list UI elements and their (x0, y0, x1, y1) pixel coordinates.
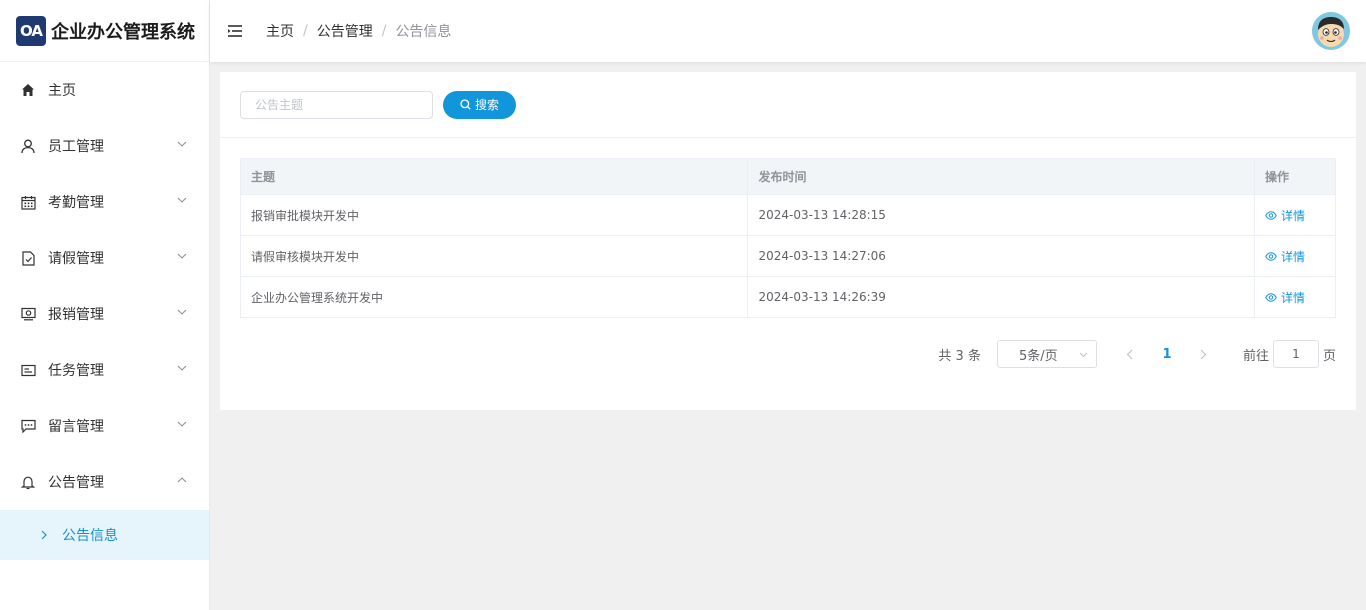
sidebar-item-label: 考勤管理 (48, 195, 104, 211)
detail-link-label: 详情 (1281, 290, 1306, 305)
detail-link[interactable]: 详情 (1265, 248, 1305, 265)
user-avatar[interactable] (1312, 12, 1350, 50)
sidebar-item-announcement[interactable]: 公告管理 (0, 454, 209, 510)
chevron-down-icon (177, 141, 187, 147)
money-icon (20, 306, 36, 322)
search-input[interactable] (240, 90, 433, 119)
cell-time: 2024-03-13 14:28:15 (747, 194, 1256, 236)
chat-icon (20, 418, 36, 434)
cell-title: 请假审核模块开发中 (239, 235, 749, 277)
page-number-current[interactable]: 1 (1153, 347, 1181, 362)
cell-time: 2024-03-13 14:27:06 (747, 235, 1256, 277)
collapse-menu-icon[interactable] (228, 25, 242, 37)
table-row: 报销审批模块开发中 2024-03-13 14:28:15 详情 (239, 194, 1336, 236)
document-icon (20, 250, 36, 266)
table-header-row: 主题 发布时间 操作 (239, 158, 1336, 195)
sidebar-subitem-label: 公告信息 (62, 528, 118, 544)
search-icon (460, 99, 471, 110)
sidebar-item-label: 报销管理 (48, 307, 104, 323)
cell-action: 详情 (1254, 276, 1336, 318)
cell-title: 报销审批模块开发中 (239, 194, 749, 236)
eye-icon (1265, 251, 1277, 261)
search-button-label: 搜索 (474, 98, 499, 112)
chevron-right-icon (1201, 349, 1207, 359)
detail-link-label: 详情 (1281, 249, 1306, 264)
user-icon (20, 138, 36, 154)
goto-suffix: 页 (1322, 348, 1336, 364)
pagination: 共 3 条 5条/页 1 前往 页 (938, 340, 1336, 368)
chevron-up-icon (177, 477, 187, 483)
table-row: 请假审核模块开发中 2024-03-13 14:27:06 详情 (239, 235, 1336, 277)
content-card: 搜索 主题 发布时间 操作 报销审批模块开发中 2024-03-13 14:28… (220, 72, 1356, 410)
cell-time: 2024-03-13 14:26:39 (747, 276, 1256, 318)
announcement-table: 主题 发布时间 操作 报销审批模块开发中 2024-03-13 14:28:15… (239, 158, 1336, 318)
chevron-down-icon (177, 197, 187, 203)
chevron-left-icon (1127, 349, 1133, 359)
column-header-time: 发布时间 (747, 158, 1256, 195)
next-page-button[interactable] (1191, 340, 1217, 368)
sidebar-item-reimbursement[interactable]: 报销管理 (0, 286, 209, 342)
breadcrumb-separator: / (381, 23, 387, 39)
cell-action: 详情 (1254, 194, 1336, 236)
sidebar-item-attendance[interactable]: 考勤管理 (0, 174, 209, 230)
table-row: 企业办公管理系统开发中 2024-03-13 14:26:39 详情 (239, 276, 1336, 318)
page-size-select[interactable]: 5条/页 (996, 340, 1097, 368)
breadcrumb-current: 公告信息 (395, 24, 452, 40)
prev-page-button[interactable] (1117, 340, 1143, 368)
detail-link-label: 详情 (1281, 208, 1306, 223)
breadcrumb-announcement-mgmt[interactable]: 公告管理 (317, 21, 373, 41)
search-button[interactable]: 搜索 (443, 90, 516, 119)
logo: OA 企业办公管理系统 (0, 0, 209, 62)
sidebar-item-label: 公告管理 (48, 475, 104, 491)
sidebar-item-label: 任务管理 (48, 363, 104, 379)
page-size-value: 5条/页 (1018, 348, 1058, 364)
page-jumper: 前往 页 (1243, 340, 1336, 368)
sidebar: OA 企业办公管理系统 主页 员工管理 考勤管理 请假管理 报销管理 任务管理 … (0, 0, 210, 610)
column-header-action: 操作 (1254, 158, 1336, 195)
detail-link[interactable]: 详情 (1265, 207, 1305, 224)
column-header-title: 主题 (239, 158, 749, 195)
sidebar-item-employee[interactable]: 员工管理 (0, 118, 209, 174)
sidebar-item-label: 留言管理 (48, 419, 104, 435)
cell-action: 详情 (1254, 235, 1336, 277)
top-header: 主页 / 公告管理 / 公告信息 (210, 0, 1366, 62)
eye-icon (1265, 210, 1277, 220)
chevron-down-icon (177, 309, 187, 315)
task-card-icon (20, 362, 36, 378)
sidebar-subitem-announcement-info[interactable]: 公告信息 (0, 510, 209, 560)
bell-icon (20, 474, 36, 490)
goto-page-input[interactable] (1272, 340, 1319, 368)
search-bar: 搜索 (220, 72, 1356, 138)
eye-icon (1265, 292, 1277, 302)
sidebar-item-label: 员工管理 (48, 139, 104, 155)
sidebar-item-label: 主页 (48, 83, 76, 99)
sidebar-item-leave[interactable]: 请假管理 (0, 230, 209, 286)
breadcrumb-home[interactable]: 主页 (266, 21, 294, 41)
sidebar-item-home[interactable]: 主页 (0, 62, 209, 118)
breadcrumb: 主页 / 公告管理 / 公告信息 (266, 21, 451, 41)
goto-prefix: 前往 (1242, 348, 1269, 364)
chevron-down-icon (177, 253, 187, 259)
sidebar-item-message[interactable]: 留言管理 (0, 398, 209, 454)
app-title: 企业办公管理系统 (51, 21, 195, 43)
calendar-icon (20, 194, 36, 210)
cell-title: 企业办公管理系统开发中 (239, 276, 749, 318)
logo-badge: OA (16, 15, 46, 46)
chevron-down-icon (177, 365, 187, 371)
sidebar-item-label: 请假管理 (48, 251, 104, 267)
sidebar-item-task[interactable]: 任务管理 (0, 342, 209, 398)
home-icon (20, 82, 36, 98)
chevron-down-icon (177, 421, 187, 427)
pagination-total: 共 3 条 (938, 348, 981, 364)
chevron-down-icon (1079, 352, 1088, 358)
breadcrumb-separator: / (303, 23, 308, 39)
chevron-right-icon (40, 530, 50, 540)
detail-link[interactable]: 详情 (1265, 289, 1305, 306)
